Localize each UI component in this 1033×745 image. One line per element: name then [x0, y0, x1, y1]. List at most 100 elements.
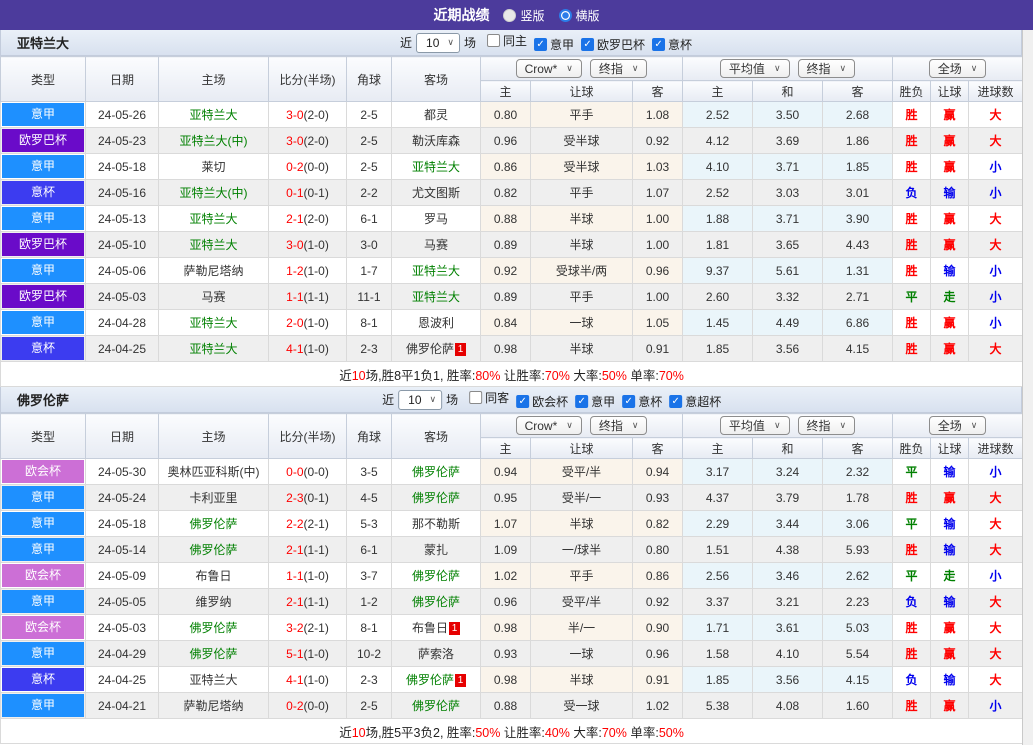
- avg-home-odds: 3.37: [682, 588, 754, 615]
- checkbox-unchecked-icon: [487, 34, 501, 47]
- title-bar: 近期战绩 竖版 横版: [0, 0, 1033, 30]
- odds-stage-select[interactable]: 终指 ∨: [589, 416, 648, 435]
- filter-checkbox[interactable]: ✓ 意超杯: [669, 393, 721, 410]
- avg-away-odds: 5.03: [822, 614, 894, 641]
- half-time-score: (1-0): [303, 646, 329, 661]
- avg-draw-odds: 3.71: [752, 205, 824, 232]
- full-time-score: 0-1: [286, 185, 304, 200]
- match-result: 负: [892, 588, 932, 615]
- avg-draw-odds: 3.71: [752, 153, 824, 180]
- full-match-select[interactable]: 全场 ∨: [928, 59, 987, 78]
- match-result: 平: [892, 562, 932, 589]
- full-time-score: 2-2: [286, 516, 304, 531]
- chevron-down-icon: ∨: [566, 63, 573, 73]
- corner-count: 8-1: [346, 309, 392, 336]
- avg-home-odds: 1.45: [682, 309, 754, 336]
- bookmaker-select[interactable]: Crow* ∨: [515, 416, 582, 435]
- radio-vertical-layout[interactable]: 竖版: [503, 7, 545, 24]
- match-date: 24-05-14: [85, 536, 159, 563]
- filter-checkbox[interactable]: ✓ 意甲: [534, 36, 574, 53]
- league-badge: 意甲: [2, 311, 84, 334]
- col-result: 胜负: [892, 80, 932, 102]
- filter-near-label: 近: [400, 36, 413, 50]
- radio-vertical-label: 竖版: [520, 8, 545, 23]
- home-team: 亚特兰大: [189, 238, 238, 252]
- home-odds: 0.98: [480, 614, 531, 641]
- results-table: 类型 日期 主场 比分(半场) 角球 客场 Crow* ∨ 终指 ∨ 平均值 ∨…: [0, 56, 1024, 387]
- league-badge: 意杯: [2, 181, 84, 204]
- filter-checkbox[interactable]: 同客: [469, 389, 509, 406]
- chevron-down-icon: ∨: [773, 420, 781, 430]
- chevron-down-icon: ∨: [970, 63, 978, 73]
- avg-away-odds: 5.54: [822, 640, 894, 667]
- handicap-result: 赢: [930, 231, 970, 258]
- match-date: 24-05-18: [85, 153, 159, 180]
- away-red-card-badge: 1: [449, 622, 460, 635]
- home-odds: 0.95: [480, 484, 531, 511]
- avg-draw-odds: 3.21: [752, 588, 824, 615]
- away-odds: 1.05: [631, 309, 684, 336]
- away-team: 亚特兰大: [411, 264, 460, 278]
- filter-checkbox[interactable]: ✓ 意杯: [622, 393, 662, 410]
- away-odds: 0.91: [631, 335, 684, 362]
- odds-stage-select[interactable]: 终指 ∨: [589, 59, 648, 78]
- average-select[interactable]: 平均值 ∨: [719, 416, 790, 435]
- handicap-line: 半球: [530, 231, 633, 258]
- away-team: 布鲁日: [411, 621, 448, 635]
- filter-checkbox[interactable]: ✓ 意甲: [575, 393, 615, 410]
- avg-home-odds: 2.56: [682, 562, 754, 589]
- col-avg-draw: 和: [752, 80, 824, 102]
- filter-checkboxes: 同客 ✓ 欧会杯 ✓ 意甲 ✓ 意杯 ✓ 意超杯: [462, 389, 721, 410]
- chevron-down-icon: ∨: [429, 394, 437, 404]
- home-team: 亚特兰大: [189, 108, 238, 122]
- league-badge: 意甲: [2, 486, 84, 509]
- table-row: 欧会杯 24-05-03 佛罗伦萨 3-2(2-1) 8-1 布鲁日 1 0.98…: [0, 614, 1024, 641]
- average-stage-select[interactable]: 终指 ∨: [797, 416, 856, 435]
- home-odds: 1.09: [480, 536, 531, 563]
- handicap-line: 一/球半: [530, 536, 633, 563]
- avg-draw-odds: 4.10: [752, 640, 824, 667]
- match-count-select[interactable]: 10 ∨: [416, 32, 460, 53]
- corner-count: 6-1: [346, 536, 392, 563]
- bookmaker-select[interactable]: Crow* ∨: [515, 59, 582, 78]
- handicap-result: 赢: [930, 614, 970, 641]
- avg-home-odds: 1.85: [682, 666, 754, 693]
- col-type: 类型: [0, 413, 86, 459]
- radio-button-selected-icon: [558, 8, 572, 22]
- match-count-select[interactable]: 10 ∨: [398, 389, 443, 410]
- handicap-result: 赢: [930, 127, 970, 154]
- avg-away-odds: 1.60: [822, 692, 894, 719]
- col-corner: 角球: [346, 56, 392, 102]
- handicap-result: 输: [930, 179, 970, 206]
- filter-checkbox[interactable]: ✓ 欧罗巴杯: [581, 36, 645, 53]
- home-odds: 0.89: [480, 231, 531, 258]
- corner-count: 1-2: [346, 588, 392, 615]
- col-odds-home: 主: [480, 80, 531, 102]
- average-stage-select[interactable]: 终指 ∨: [797, 59, 856, 78]
- home-team: 佛罗伦萨: [189, 517, 238, 531]
- avg-draw-odds: 3.56: [752, 666, 824, 693]
- half-time-score: (1-0): [303, 672, 329, 687]
- section-team-name: 亚特兰大: [17, 36, 70, 51]
- summary-text: 70%: [658, 368, 684, 383]
- filter-checkbox[interactable]: ✓ 意杯: [652, 36, 692, 53]
- league-badge: 意甲: [2, 155, 84, 178]
- match-result: 平: [892, 458, 932, 485]
- filter-checkbox-label: 欧罗巴杯: [597, 38, 646, 52]
- half-time-score: (2-0): [303, 107, 329, 122]
- away-team: 马赛: [423, 238, 448, 252]
- avg-draw-odds: 3.69: [752, 127, 824, 154]
- avg-away-odds: 1.78: [822, 484, 894, 511]
- radio-horizontal-layout[interactable]: 横版: [558, 7, 600, 24]
- away-odds: 0.80: [631, 536, 684, 563]
- half-time-score: (1-1): [303, 542, 329, 557]
- avg-home-odds: 1.71: [682, 614, 754, 641]
- col-score: 比分(半场): [268, 56, 347, 102]
- full-match-select[interactable]: 全场 ∨: [928, 416, 987, 435]
- average-select[interactable]: 平均值 ∨: [719, 59, 790, 78]
- filter-checkbox[interactable]: ✓ 欧会杯: [516, 393, 568, 410]
- corner-count: 3-5: [346, 458, 392, 485]
- full-time-score: 1-1: [286, 289, 304, 304]
- summary-text: 50%: [475, 725, 501, 740]
- filter-checkbox[interactable]: 同主: [487, 32, 527, 49]
